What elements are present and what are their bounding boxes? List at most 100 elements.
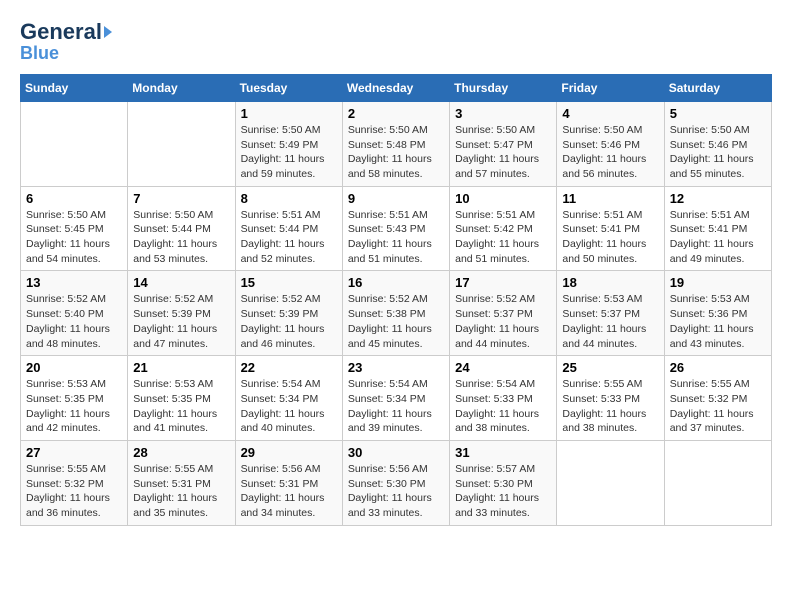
day-number: 1 bbox=[241, 106, 337, 121]
day-detail: Sunrise: 5:52 AM Sunset: 5:38 PM Dayligh… bbox=[348, 292, 444, 351]
day-detail: Sunrise: 5:57 AM Sunset: 5:30 PM Dayligh… bbox=[455, 462, 551, 521]
calendar-cell: 16 Sunrise: 5:52 AM Sunset: 5:38 PM Dayli… bbox=[342, 271, 449, 356]
day-detail: Sunrise: 5:55 AM Sunset: 5:33 PM Dayligh… bbox=[562, 377, 658, 436]
calendar-cell: 23 Sunrise: 5:54 AM Sunset: 5:34 PM Dayli… bbox=[342, 356, 449, 441]
calendar-cell: 21 Sunrise: 5:53 AM Sunset: 5:35 PM Dayli… bbox=[128, 356, 235, 441]
day-detail: Sunrise: 5:50 AM Sunset: 5:46 PM Dayligh… bbox=[670, 123, 766, 182]
weekday-header-monday: Monday bbox=[128, 74, 235, 101]
calendar-week-row: 6 Sunrise: 5:50 AM Sunset: 5:45 PM Daylig… bbox=[21, 186, 772, 271]
calendar-cell bbox=[21, 101, 128, 186]
calendar-cell: 4 Sunrise: 5:50 AM Sunset: 5:46 PM Daylig… bbox=[557, 101, 664, 186]
day-number: 16 bbox=[348, 275, 444, 290]
logo-arrow-icon bbox=[104, 26, 112, 38]
day-number: 23 bbox=[348, 360, 444, 375]
day-number: 12 bbox=[670, 191, 766, 206]
calendar-cell: 1 Sunrise: 5:50 AM Sunset: 5:49 PM Daylig… bbox=[235, 101, 342, 186]
day-detail: Sunrise: 5:50 AM Sunset: 5:49 PM Dayligh… bbox=[241, 123, 337, 182]
calendar-cell: 3 Sunrise: 5:50 AM Sunset: 5:47 PM Daylig… bbox=[450, 101, 557, 186]
day-detail: Sunrise: 5:50 AM Sunset: 5:47 PM Dayligh… bbox=[455, 123, 551, 182]
day-detail: Sunrise: 5:52 AM Sunset: 5:40 PM Dayligh… bbox=[26, 292, 122, 351]
day-detail: Sunrise: 5:50 AM Sunset: 5:45 PM Dayligh… bbox=[26, 208, 122, 267]
day-number: 31 bbox=[455, 445, 551, 460]
day-detail: Sunrise: 5:53 AM Sunset: 5:35 PM Dayligh… bbox=[26, 377, 122, 436]
day-detail: Sunrise: 5:52 AM Sunset: 5:39 PM Dayligh… bbox=[133, 292, 229, 351]
calendar-cell: 13 Sunrise: 5:52 AM Sunset: 5:40 PM Dayli… bbox=[21, 271, 128, 356]
day-number: 6 bbox=[26, 191, 122, 206]
page-header: General Blue bbox=[20, 20, 772, 64]
day-detail: Sunrise: 5:54 AM Sunset: 5:34 PM Dayligh… bbox=[241, 377, 337, 436]
calendar-cell: 22 Sunrise: 5:54 AM Sunset: 5:34 PM Dayli… bbox=[235, 356, 342, 441]
day-number: 13 bbox=[26, 275, 122, 290]
calendar-cell bbox=[128, 101, 235, 186]
day-number: 15 bbox=[241, 275, 337, 290]
calendar-cell: 17Sunrise: 5:52 AM Sunset: 5:37 PM Dayli… bbox=[450, 271, 557, 356]
calendar-cell: 7Sunrise: 5:50 AM Sunset: 5:44 PM Daylig… bbox=[128, 186, 235, 271]
day-number: 19 bbox=[670, 275, 766, 290]
calendar-week-row: 27Sunrise: 5:55 AM Sunset: 5:32 PM Dayli… bbox=[21, 440, 772, 525]
calendar-cell bbox=[664, 440, 771, 525]
calendar-cell: 14 Sunrise: 5:52 AM Sunset: 5:39 PM Dayli… bbox=[128, 271, 235, 356]
weekday-header-tuesday: Tuesday bbox=[235, 74, 342, 101]
day-number: 9 bbox=[348, 191, 444, 206]
day-detail: Sunrise: 5:56 AM Sunset: 5:31 PM Dayligh… bbox=[241, 462, 337, 521]
day-number: 2 bbox=[348, 106, 444, 121]
day-number: 7 bbox=[133, 191, 229, 206]
calendar-cell: 27Sunrise: 5:55 AM Sunset: 5:32 PM Dayli… bbox=[21, 440, 128, 525]
calendar-cell: 31 Sunrise: 5:57 AM Sunset: 5:30 PM Dayli… bbox=[450, 440, 557, 525]
calendar-cell: 15 Sunrise: 5:52 AM Sunset: 5:39 PM Dayli… bbox=[235, 271, 342, 356]
calendar-cell: 10Sunrise: 5:51 AM Sunset: 5:42 PM Dayli… bbox=[450, 186, 557, 271]
calendar-cell: 29 Sunrise: 5:56 AM Sunset: 5:31 PM Dayli… bbox=[235, 440, 342, 525]
weekday-header-sunday: Sunday bbox=[21, 74, 128, 101]
day-number: 14 bbox=[133, 275, 229, 290]
calendar-cell: 28Sunrise: 5:55 AM Sunset: 5:31 PM Dayli… bbox=[128, 440, 235, 525]
day-number: 24 bbox=[455, 360, 551, 375]
logo: General Blue bbox=[20, 20, 112, 64]
day-number: 22 bbox=[241, 360, 337, 375]
day-detail: Sunrise: 5:55 AM Sunset: 5:32 PM Dayligh… bbox=[26, 462, 122, 521]
day-detail: Sunrise: 5:50 AM Sunset: 5:46 PM Dayligh… bbox=[562, 123, 658, 182]
day-number: 26 bbox=[670, 360, 766, 375]
day-number: 30 bbox=[348, 445, 444, 460]
calendar-cell: 8Sunrise: 5:51 AM Sunset: 5:44 PM Daylig… bbox=[235, 186, 342, 271]
day-number: 20 bbox=[26, 360, 122, 375]
calendar-cell: 26 Sunrise: 5:55 AM Sunset: 5:32 PM Dayli… bbox=[664, 356, 771, 441]
day-detail: Sunrise: 5:55 AM Sunset: 5:32 PM Dayligh… bbox=[670, 377, 766, 436]
weekday-header-wednesday: Wednesday bbox=[342, 74, 449, 101]
calendar-week-row: 13 Sunrise: 5:52 AM Sunset: 5:40 PM Dayli… bbox=[21, 271, 772, 356]
day-detail: Sunrise: 5:51 AM Sunset: 5:42 PM Dayligh… bbox=[455, 208, 551, 267]
calendar-cell: 9 Sunrise: 5:51 AM Sunset: 5:43 PM Daylig… bbox=[342, 186, 449, 271]
day-number: 21 bbox=[133, 360, 229, 375]
day-detail: Sunrise: 5:51 AM Sunset: 5:41 PM Dayligh… bbox=[670, 208, 766, 267]
day-detail: Sunrise: 5:54 AM Sunset: 5:34 PM Dayligh… bbox=[348, 377, 444, 436]
day-detail: Sunrise: 5:51 AM Sunset: 5:43 PM Dayligh… bbox=[348, 208, 444, 267]
day-detail: Sunrise: 5:53 AM Sunset: 5:35 PM Dayligh… bbox=[133, 377, 229, 436]
day-number: 29 bbox=[241, 445, 337, 460]
calendar-cell: 5 Sunrise: 5:50 AM Sunset: 5:46 PM Daylig… bbox=[664, 101, 771, 186]
weekday-header-thursday: Thursday bbox=[450, 74, 557, 101]
weekday-header-friday: Friday bbox=[557, 74, 664, 101]
day-detail: Sunrise: 5:51 AM Sunset: 5:41 PM Dayligh… bbox=[562, 208, 658, 267]
day-detail: Sunrise: 5:55 AM Sunset: 5:31 PM Dayligh… bbox=[133, 462, 229, 521]
day-number: 3 bbox=[455, 106, 551, 121]
calendar-header-row: SundayMondayTuesdayWednesdayThursdayFrid… bbox=[21, 74, 772, 101]
day-number: 11 bbox=[562, 191, 658, 206]
day-detail: Sunrise: 5:53 AM Sunset: 5:37 PM Dayligh… bbox=[562, 292, 658, 351]
calendar-cell: 25 Sunrise: 5:55 AM Sunset: 5:33 PM Dayli… bbox=[557, 356, 664, 441]
calendar-cell: 11 Sunrise: 5:51 AM Sunset: 5:41 PM Dayli… bbox=[557, 186, 664, 271]
calendar-cell bbox=[557, 440, 664, 525]
day-detail: Sunrise: 5:51 AM Sunset: 5:44 PM Dayligh… bbox=[241, 208, 337, 267]
calendar-cell: 18Sunrise: 5:53 AM Sunset: 5:37 PM Dayli… bbox=[557, 271, 664, 356]
day-detail: Sunrise: 5:52 AM Sunset: 5:39 PM Dayligh… bbox=[241, 292, 337, 351]
day-number: 4 bbox=[562, 106, 658, 121]
calendar-table: SundayMondayTuesdayWednesdayThursdayFrid… bbox=[20, 74, 772, 526]
calendar-week-row: 20 Sunrise: 5:53 AM Sunset: 5:35 PM Dayli… bbox=[21, 356, 772, 441]
logo-text-blue: Blue bbox=[20, 44, 59, 64]
calendar-cell: 2Sunrise: 5:50 AM Sunset: 5:48 PM Daylig… bbox=[342, 101, 449, 186]
calendar-week-row: 1 Sunrise: 5:50 AM Sunset: 5:49 PM Daylig… bbox=[21, 101, 772, 186]
calendar-cell: 12 Sunrise: 5:51 AM Sunset: 5:41 PM Dayli… bbox=[664, 186, 771, 271]
calendar-cell: 19Sunrise: 5:53 AM Sunset: 5:36 PM Dayli… bbox=[664, 271, 771, 356]
calendar-cell: 6 Sunrise: 5:50 AM Sunset: 5:45 PM Daylig… bbox=[21, 186, 128, 271]
calendar-cell: 30Sunrise: 5:56 AM Sunset: 5:30 PM Dayli… bbox=[342, 440, 449, 525]
day-number: 25 bbox=[562, 360, 658, 375]
day-number: 5 bbox=[670, 106, 766, 121]
